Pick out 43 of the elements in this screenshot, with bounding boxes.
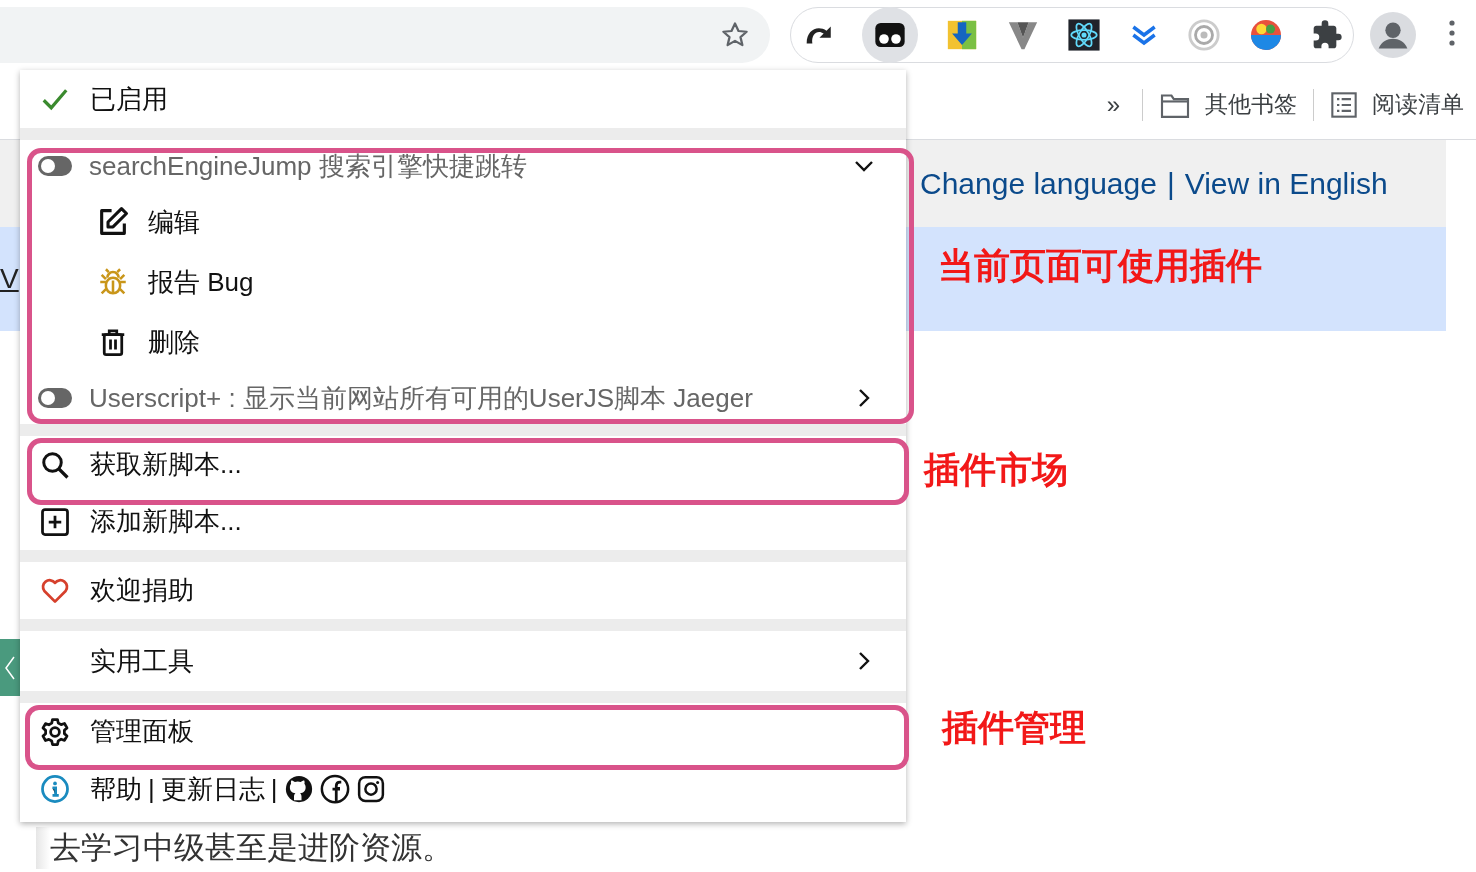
- toggle-switch[interactable]: [38, 156, 72, 176]
- facebook-icon[interactable]: [319, 774, 350, 804]
- info-icon: [40, 774, 70, 804]
- github-icon[interactable]: [283, 774, 314, 804]
- language-link[interactable]: View in English: [1184, 166, 1388, 201]
- bowl-icon[interactable]: [1248, 17, 1284, 53]
- status-row[interactable]: 已启用: [20, 70, 906, 128]
- script-row[interactable]: Userscript+ : 显示当前网站所有可用的UserJS脚本 Jaeger: [20, 372, 906, 424]
- list-icon: [1330, 90, 1358, 119]
- menu-item[interactable]: 报告 Bug: [20, 252, 906, 312]
- menu-item[interactable]: 管理面板: [20, 703, 906, 760]
- link-separator: |: [270, 773, 278, 805]
- plus-square-icon: [40, 506, 70, 537]
- annotation-label: 插件管理: [942, 706, 1086, 750]
- instagram-icon[interactable]: [355, 774, 386, 804]
- link-fragment[interactable]: V: [0, 263, 19, 295]
- bookmark-item[interactable]: 其他书签: [1153, 85, 1303, 124]
- annotation-label: 插件市场: [924, 448, 1068, 492]
- kebab-menu-icon[interactable]: [1448, 19, 1456, 47]
- help-link[interactable]: 更新日志: [160, 771, 265, 807]
- help-link[interactable]: 帮助: [90, 771, 142, 807]
- gear-icon: [40, 716, 70, 747]
- overflow-chevron[interactable]: »: [1094, 90, 1132, 119]
- link-separator: |: [1166, 166, 1175, 201]
- download-icon[interactable]: [945, 18, 979, 52]
- menu-item[interactable]: 获取新脚本...: [20, 436, 906, 493]
- menu-item[interactable]: 实用工具: [20, 631, 906, 691]
- link-separator: |: [148, 773, 155, 805]
- profile-avatar-icon[interactable]: [1370, 12, 1416, 58]
- menu-item[interactable]: 删除: [20, 312, 906, 372]
- bookmark-item[interactable]: 阅读清单: [1324, 85, 1470, 124]
- toggle-switch[interactable]: [38, 388, 72, 408]
- menu-item[interactable]: 编辑: [20, 192, 906, 252]
- folder-icon: [1159, 91, 1191, 118]
- language-link[interactable]: Change language: [920, 166, 1157, 201]
- script-row[interactable]: searchEngineJump 搜索引擎快捷跳转: [20, 140, 906, 192]
- puzzle-icon[interactable]: [1311, 19, 1343, 51]
- atom-icon[interactable]: [1067, 18, 1101, 52]
- chevron-left-icon: [4, 654, 16, 681]
- menu-item[interactable]: 欢迎捐助: [20, 562, 906, 619]
- side-tab[interactable]: [0, 639, 20, 696]
- annotation-label: 当前页面可使用插件: [938, 244, 1262, 288]
- menu-item[interactable]: 添加新脚本...: [20, 493, 906, 550]
